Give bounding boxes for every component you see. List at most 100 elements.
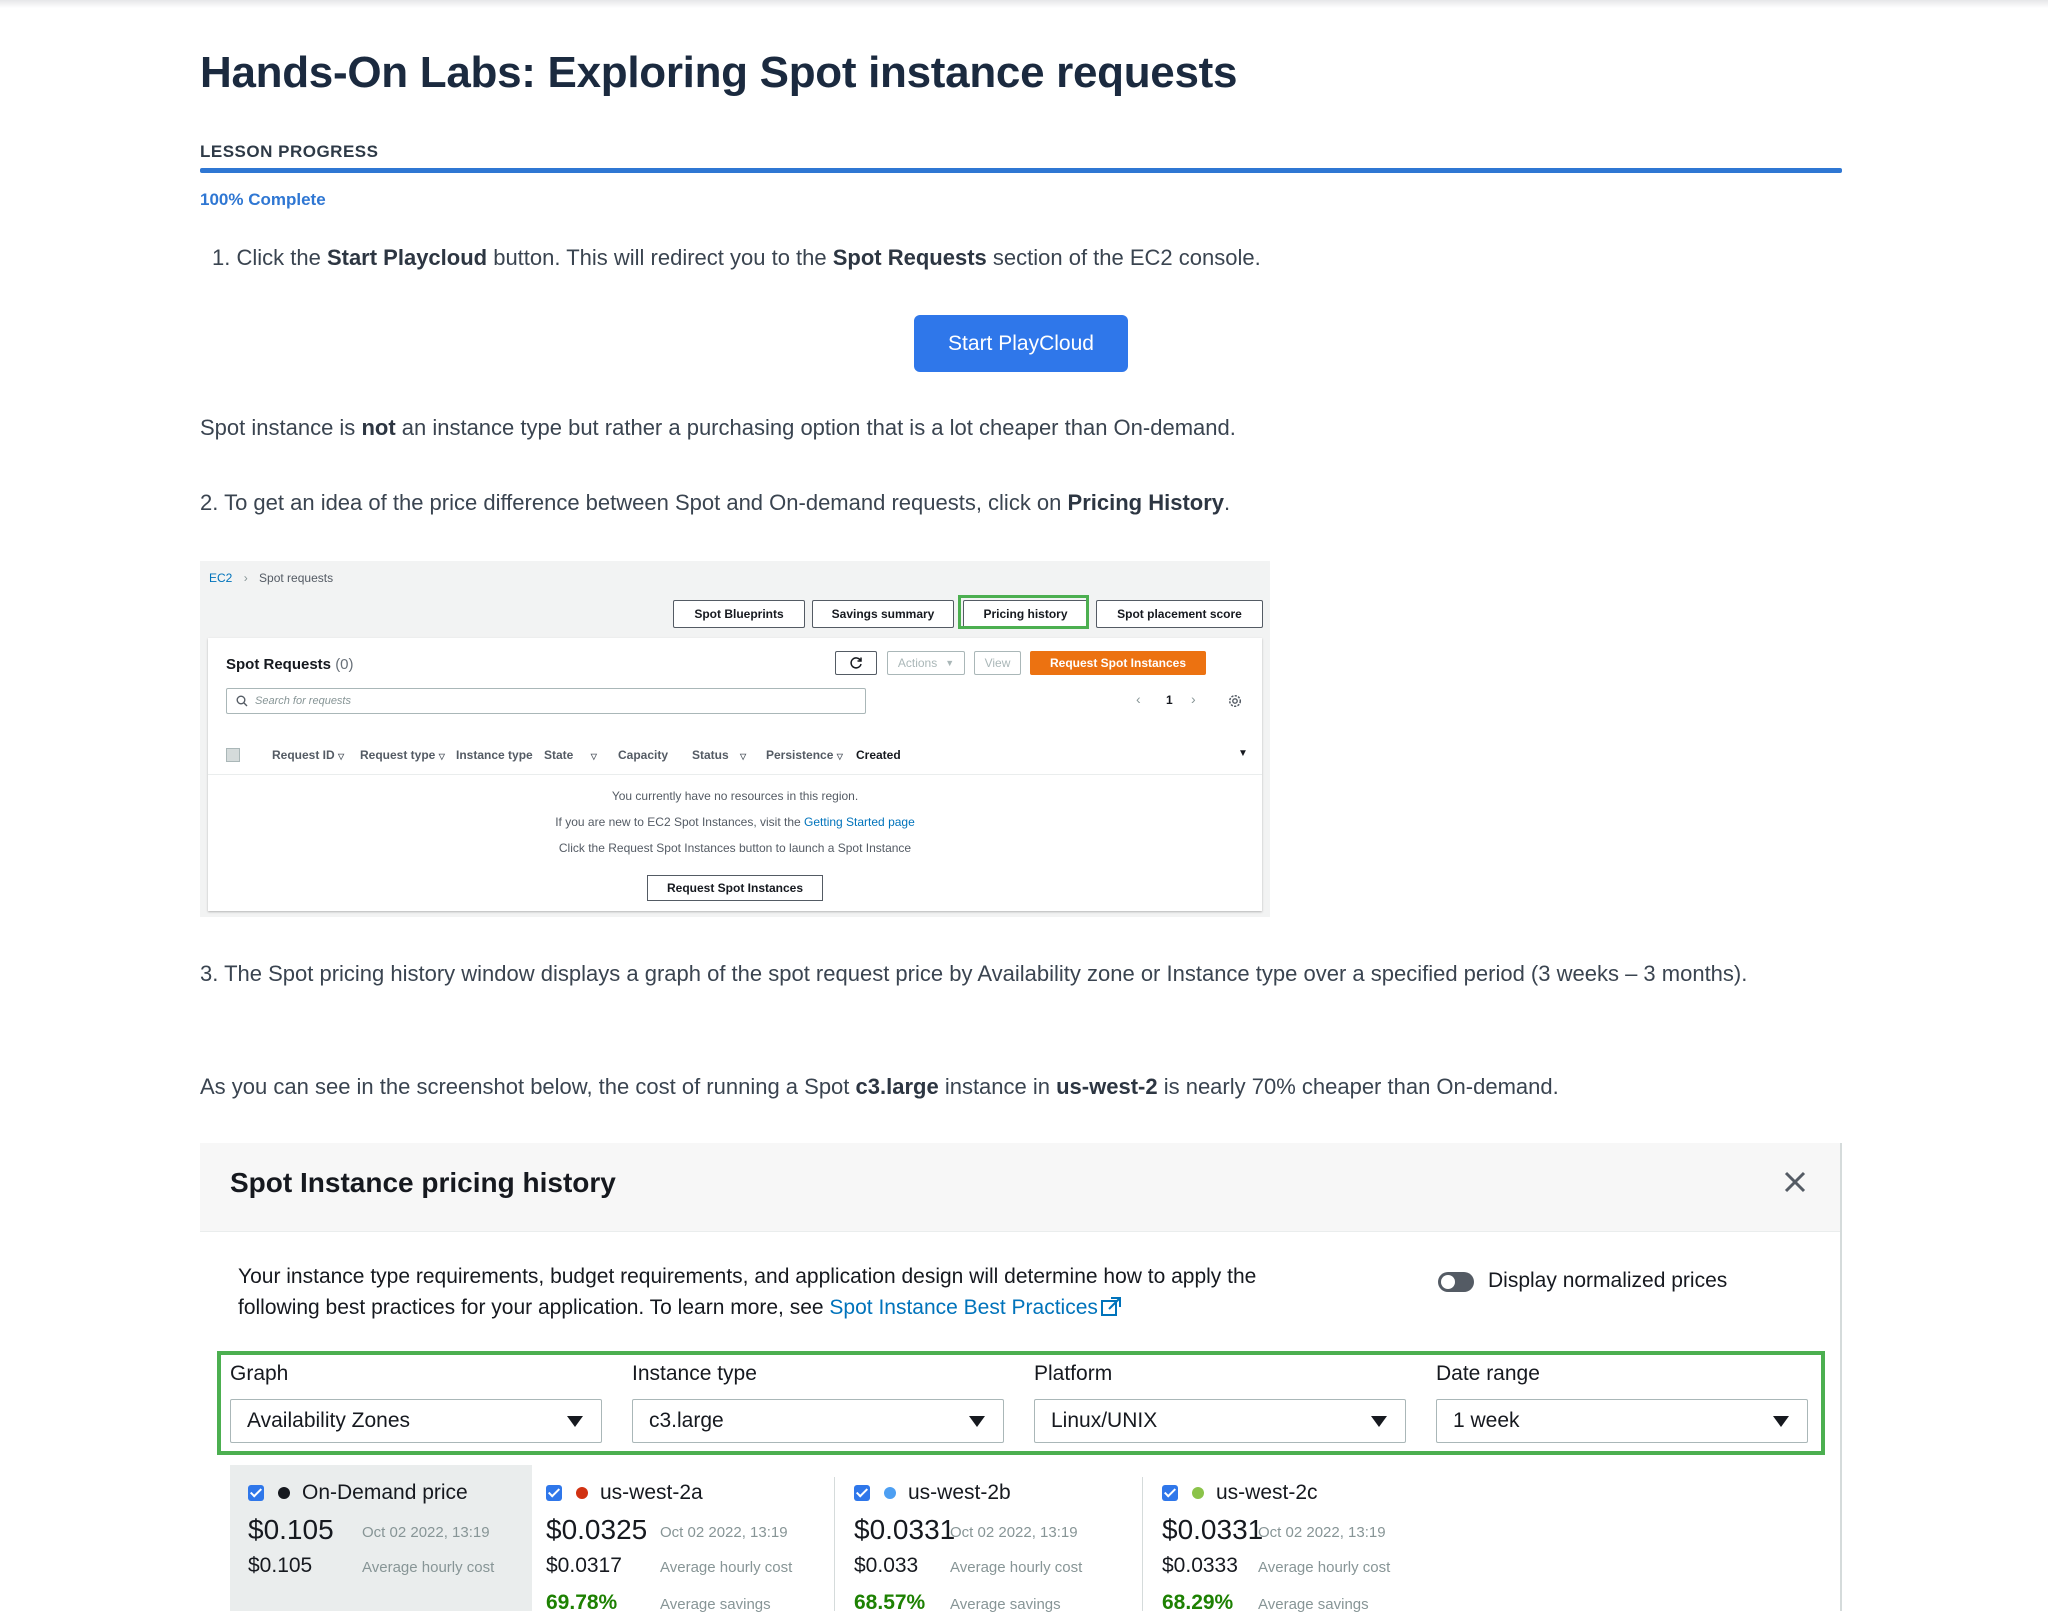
tab-savings-summary[interactable]: Savings summary [812,600,954,628]
legend-divider [1142,1477,1143,1611]
close-icon[interactable] [1780,1167,1810,1197]
instance-type-value: c3.large [649,1409,724,1432]
legend-date: Oct 02 2022, 13:19 [1258,1524,1386,1541]
step-3: 3. The Spot pricing history window displ… [200,961,1748,986]
toggle-label: Display normalized prices [1488,1269,1728,1292]
legend-header: us-west-2b [854,1481,1011,1505]
date-range-select[interactable]: 1 week [1436,1399,1808,1443]
step-1-text: 1. Click the [212,245,327,270]
legend-on-demand: On-Demand price $0.105 Oct 02 2022, 13:1… [230,1465,532,1611]
col-created[interactable]: Created [856,748,901,762]
settings-gear-icon[interactable] [1228,694,1242,708]
legend-name: us-west-2c [1216,1481,1318,1504]
legend-date: Oct 02 2022, 13:19 [362,1524,490,1541]
sort-icon: ▽ [740,752,747,761]
tab-spot-blueprints[interactable]: Spot Blueprints [673,600,805,628]
col-state[interactable]: State ▽ [544,748,597,762]
pricing-history-highlight [958,595,1089,629]
col-instance-type[interactable]: Instance type [456,748,533,762]
step-1: 1. Click the Start Playcloud button. Thi… [212,239,1261,277]
legend-price: $0.0325 [546,1514,648,1545]
sort-desc-icon[interactable]: ▼ [1238,748,1248,759]
legend-avg: $0.033 [854,1554,919,1577]
spot-requests-panel: Spot Requests (0) Actions ▼ View Request … [208,638,1262,911]
legend-checkbox[interactable] [1162,1485,1178,1501]
step-1-text-3: section of the EC2 console. [986,245,1261,270]
col-label: Request type [360,748,436,762]
caret-down-icon [969,1416,985,1427]
page-title: Hands-On Labs: Exploring Spot instance r… [200,48,1238,97]
spot-note-text-2: an instance type but rather a purchasing… [395,415,1236,440]
cost-note-text: As you can see in the screenshot below, … [200,1074,856,1099]
empty-request-spot-button[interactable]: Request Spot Instances [647,875,823,901]
legend-avg-label: Average hourly cost [660,1559,793,1576]
platform-select[interactable]: Linux/UNIX [1034,1399,1406,1443]
panel-title-text: Spot Requests [226,656,332,673]
search-input[interactable]: Search for requests [226,688,866,714]
normalized-prices-toggle[interactable] [1438,1272,1474,1292]
col-request-type[interactable]: Request type ▽ [360,748,445,762]
refresh-button[interactable] [835,651,877,675]
legend-date: Oct 02 2022, 13:19 [950,1524,1078,1541]
actions-button[interactable]: Actions ▼ [887,651,965,675]
legend-savings-label: Average savings [1258,1596,1369,1613]
view-button[interactable]: View [974,651,1021,675]
sort-icon: ▽ [590,752,597,761]
actions-label: Actions [897,656,938,670]
spot-note-bold: not [361,415,396,440]
sort-icon: ▽ [836,752,843,761]
top-shade [0,0,2048,8]
step-1-text-2: button. This will redirect you to the [487,245,833,270]
breadcrumb-ec2[interactable]: EC2 [209,571,232,585]
legend-checkbox[interactable] [248,1485,264,1501]
getting-started-link[interactable]: Getting Started page [804,815,915,829]
legend-header: us-west-2c [1162,1481,1318,1505]
legend-avg-label: Average hourly cost [362,1559,495,1576]
tab-spot-placement-score[interactable]: Spot placement score [1096,600,1263,628]
page-number[interactable]: 1 [1166,693,1173,707]
legend-savings-label: Average savings [660,1596,771,1613]
legend-header: us-west-2a [546,1481,703,1505]
start-playcloud-button[interactable]: Start PlayCloud [914,315,1128,372]
prev-page-icon[interactable]: ‹ [1136,691,1141,707]
legend-checkbox[interactable] [546,1485,562,1501]
legend-us-west-2b: us-west-2b $0.0331 Oct 02 2022, 13:19 $0… [836,1465,1136,1614]
graph-label: Graph [230,1362,289,1385]
next-page-icon[interactable]: › [1191,691,1196,707]
cost-note-text-2: instance in [938,1074,1057,1099]
graph-value: Availability Zones [247,1409,411,1432]
chevron-right-icon: › [243,571,248,585]
legend-name: us-west-2a [600,1481,703,1504]
request-spot-instances-button[interactable]: Request Spot Instances [1030,651,1206,675]
legend-divider [834,1477,835,1611]
graph-select[interactable]: Availability Zones [230,1399,602,1443]
legend-savings: 68.29% [1162,1591,1234,1614]
legend-avg-label: Average hourly cost [1258,1559,1391,1576]
legend-checkbox[interactable] [854,1485,870,1501]
empty-line-2: If you are new to EC2 Spot Instances, vi… [208,815,1262,829]
series-dot [576,1487,588,1499]
legend-avg: $0.0333 [1162,1554,1238,1577]
step-1-bold-1: Start Playcloud [326,245,488,270]
col-status[interactable]: Status ▽ [692,748,746,762]
panel-count: (0) [335,656,354,673]
best-practices-link[interactable]: Spot Instance Best Practices [829,1296,1097,1319]
select-all-checkbox[interactable] [226,748,240,762]
col-label: State [544,748,574,762]
legend-avg-label: Average hourly cost [950,1559,1083,1576]
sort-icon: ▽ [338,752,345,761]
legend-name: us-west-2b [908,1481,1011,1504]
legend-avg: $0.0317 [546,1554,622,1577]
empty-line-3: Click the Request Spot Instances button … [558,841,912,855]
breadcrumb: EC2 › Spot requests [209,571,333,585]
col-persistence[interactable]: Persistence ▽ [766,748,843,762]
step-2-bold: Pricing History [1067,490,1225,515]
date-range-value: 1 week [1453,1409,1520,1432]
table-header: Request ID ▽ Request type ▽ Instance typ… [208,738,1262,775]
legend-savings: 68.57% [854,1591,926,1614]
step-2-text: 2. To get an idea of the price differenc… [200,490,1068,515]
col-request-id[interactable]: Request ID ▽ [272,748,344,762]
instance-type-select[interactable]: c3.large [632,1399,1004,1443]
col-capacity[interactable]: Capacity [618,748,668,762]
legend-price: $0.0331 [854,1514,956,1545]
